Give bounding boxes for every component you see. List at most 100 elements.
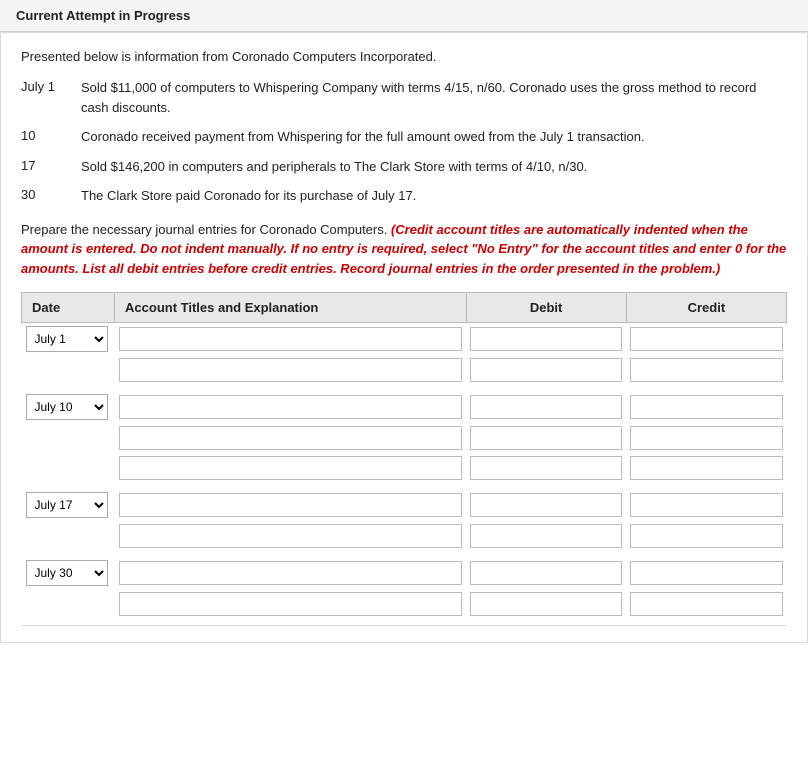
entry2-account1-cell (115, 391, 466, 423)
entry1-credit2-cell (626, 355, 786, 385)
entry3-row2 (22, 521, 787, 551)
page-wrapper: Current Attempt in Progress Presented be… (0, 0, 808, 770)
entry3-debit2-input[interactable] (470, 524, 622, 548)
entry4-account2-cell (115, 589, 466, 619)
entry2-row1: July 1 July 10 July 17 July 30 (22, 391, 787, 423)
intro-text: Presented below is information from Coro… (21, 49, 787, 64)
entry2-account2-input[interactable] (119, 426, 462, 450)
entry2-row2-date-spacer (22, 423, 115, 453)
page-header: Current Attempt in Progress (0, 0, 808, 32)
entry4-credit1-input[interactable] (630, 561, 782, 585)
entry4-credit2-input[interactable] (630, 592, 782, 616)
page-title: Current Attempt in Progress (16, 8, 190, 23)
entry2-debit3-cell (466, 453, 626, 483)
entry2-debit1-input[interactable] (470, 395, 622, 419)
col-header-debit: Debit (466, 293, 626, 323)
entry1-date-select[interactable]: July 1 July 10 July 17 July 30 (26, 326, 108, 352)
entry1-debit1-input[interactable] (470, 327, 622, 351)
entry2-debit1-cell (466, 391, 626, 423)
transaction-row-1: July 1 Sold $11,000 of computers to Whis… (21, 78, 787, 117)
entry3-row2-date-spacer (22, 521, 115, 551)
transaction-row-2: 10 Coronado received payment from Whispe… (21, 127, 787, 147)
entry4-account1-cell (115, 557, 466, 589)
entry4-debit1-input[interactable] (470, 561, 622, 585)
trans-date-3: 17 (21, 157, 81, 173)
col-header-account: Account Titles and Explanation (115, 293, 466, 323)
col-header-credit: Credit (626, 293, 786, 323)
entry2-credit2-input[interactable] (630, 426, 782, 450)
transaction-row-3: 17 Sold $146,200 in computers and periph… (21, 157, 787, 177)
trans-desc-3: Sold $146,200 in computers and periphera… (81, 157, 787, 177)
instructions-prefix: Prepare the necessary journal entries fo… (21, 222, 391, 237)
entry2-row2 (22, 423, 787, 453)
entry2-debit2-cell (466, 423, 626, 453)
entry4-debit1-cell (466, 557, 626, 589)
entry2-account2-cell (115, 423, 466, 453)
entry3-row1: July 1 July 10 July 17 July 30 (22, 489, 787, 521)
entry2-debit3-input[interactable] (470, 456, 622, 480)
entry1-account1-cell (115, 323, 466, 356)
entry4-date-cell: July 1 July 10 July 17 July 30 (22, 557, 115, 589)
entry2-date-cell: July 1 July 10 July 17 July 30 (22, 391, 115, 423)
trans-desc-2: Coronado received payment from Whisperin… (81, 127, 787, 147)
entry3-account1-input[interactable] (119, 493, 462, 517)
entry4-account1-input[interactable] (119, 561, 462, 585)
col-header-date: Date (22, 293, 115, 323)
journal-table: Date Account Titles and Explanation Debi… (21, 292, 787, 625)
entry1-row1: July 1 July 10 July 17 July 30 (22, 323, 787, 356)
entry3-date-select[interactable]: July 1 July 10 July 17 July 30 (26, 492, 108, 518)
entry1-row2-date-spacer (22, 355, 115, 385)
entry1-date-cell: July 1 July 10 July 17 July 30 (22, 323, 115, 356)
entry2-credit3-cell (626, 453, 786, 483)
entry1-account2-input[interactable] (119, 358, 462, 382)
trans-date-1: July 1 (21, 78, 81, 94)
entry1-credit2-input[interactable] (630, 358, 782, 382)
entry4-date-select[interactable]: July 1 July 10 July 17 July 30 (26, 560, 108, 586)
entry2-account3-input[interactable] (119, 456, 462, 480)
entry2-account3-cell (115, 453, 466, 483)
entry1-row2 (22, 355, 787, 385)
entry2-row3-date-spacer (22, 453, 115, 483)
entry1-debit1-cell (466, 323, 626, 356)
entry3-debit1-input[interactable] (470, 493, 622, 517)
entry2-credit1-input[interactable] (630, 395, 782, 419)
entry4-debit2-input[interactable] (470, 592, 622, 616)
bottom-divider (21, 625, 787, 626)
entry1-account1-input[interactable] (119, 327, 462, 351)
instructions-text: Prepare the necessary journal entries fo… (21, 220, 787, 279)
entry2-credit1-cell (626, 391, 786, 423)
entry4-credit2-cell (626, 589, 786, 619)
entry3-debit1-cell (466, 489, 626, 521)
trans-desc-4: The Clark Store paid Coronado for its pu… (81, 186, 787, 206)
entry1-debit2-input[interactable] (470, 358, 622, 382)
entry2-credit3-input[interactable] (630, 456, 782, 480)
entry1-credit1-cell (626, 323, 786, 356)
trans-date-4: 30 (21, 186, 81, 202)
entry3-account1-cell (115, 489, 466, 521)
entry3-credit2-input[interactable] (630, 524, 782, 548)
entry1-debit2-cell (466, 355, 626, 385)
entry2-date-select[interactable]: July 1 July 10 July 17 July 30 (26, 394, 108, 420)
transaction-list: July 1 Sold $11,000 of computers to Whis… (21, 78, 787, 206)
entry1-credit1-input[interactable] (630, 327, 782, 351)
entry3-date-cell: July 1 July 10 July 17 July 30 (22, 489, 115, 521)
entry3-credit1-cell (626, 489, 786, 521)
entry4-row2-date-spacer (22, 589, 115, 619)
entry2-account1-input[interactable] (119, 395, 462, 419)
entry4-credit1-cell (626, 557, 786, 589)
entry2-debit2-input[interactable] (470, 426, 622, 450)
entry4-row2 (22, 589, 787, 619)
entry4-debit2-cell (466, 589, 626, 619)
entry3-credit2-cell (626, 521, 786, 551)
entry2-row3 (22, 453, 787, 483)
trans-desc-1: Sold $11,000 of computers to Whispering … (81, 78, 787, 117)
content-area: Presented below is information from Coro… (0, 32, 808, 643)
entry2-credit2-cell (626, 423, 786, 453)
entry3-credit1-input[interactable] (630, 493, 782, 517)
transaction-row-4: 30 The Clark Store paid Coronado for its… (21, 186, 787, 206)
entry3-account2-cell (115, 521, 466, 551)
entry3-account2-input[interactable] (119, 524, 462, 548)
trans-date-2: 10 (21, 127, 81, 143)
entry4-account2-input[interactable] (119, 592, 462, 616)
entry3-debit2-cell (466, 521, 626, 551)
